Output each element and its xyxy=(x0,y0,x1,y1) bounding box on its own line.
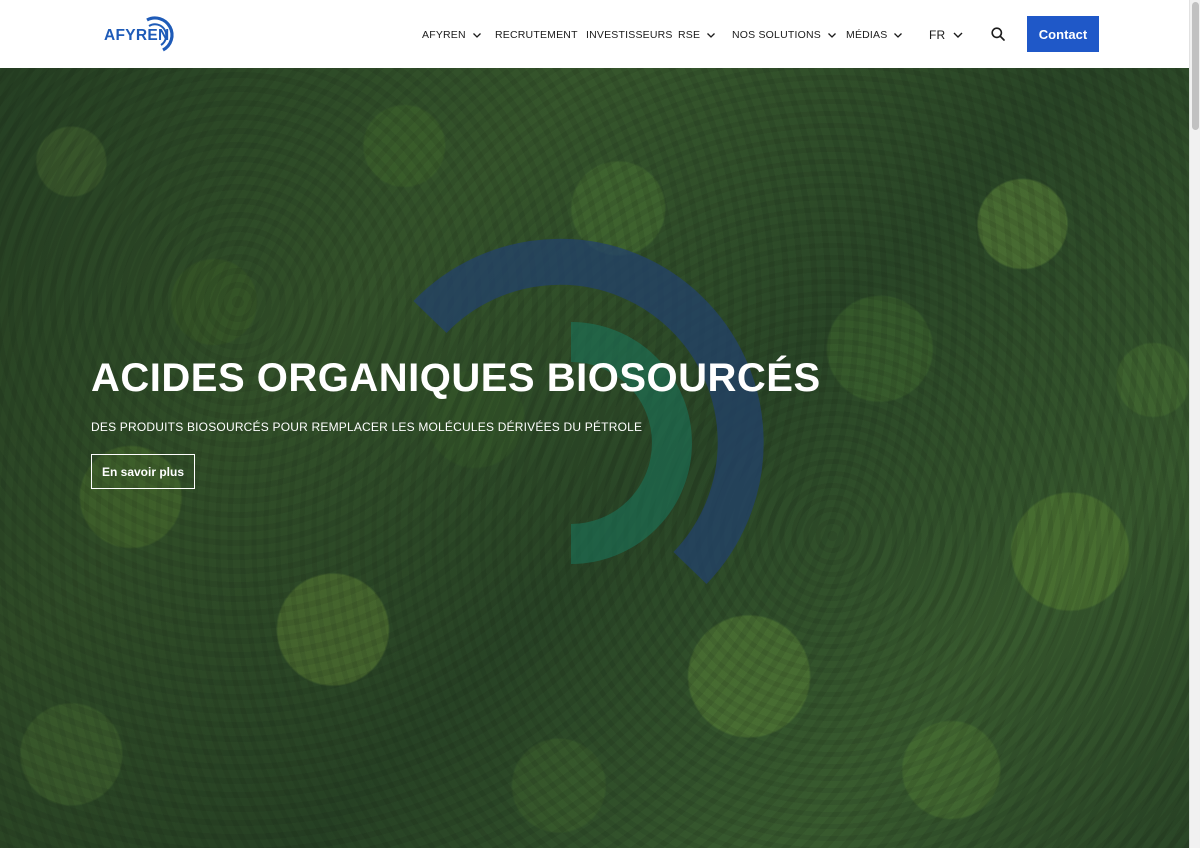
logo-wordmark: AFYREN xyxy=(104,27,170,44)
search-icon xyxy=(991,27,1005,41)
hero-subtitle: DES PRODUITS BIOSOURCÉS POUR REMPLACER L… xyxy=(91,420,643,434)
learn-more-button[interactable]: En savoir plus xyxy=(91,454,195,489)
search-button[interactable] xyxy=(990,26,1006,42)
page-scrollbar[interactable] xyxy=(1189,0,1200,848)
nav-item-label: MÉDIAS xyxy=(846,29,888,41)
hero-title: ACIDES ORGANIQUES BIOSOURCÉS xyxy=(91,356,821,400)
nav-item-label: AFYREN xyxy=(422,29,466,41)
nav-item-medias[interactable]: MÉDIAS xyxy=(846,27,903,43)
scrollbar-thumb[interactable] xyxy=(1192,2,1199,130)
chevron-down-icon xyxy=(472,30,482,40)
chevron-down-icon xyxy=(893,30,903,40)
afyren-logo[interactable]: AFYREN xyxy=(103,14,181,54)
hero-banner: ACIDES ORGANIQUES BIOSOURCÉS DES PRODUIT… xyxy=(0,68,1189,848)
nav-item-rse[interactable]: RSE xyxy=(678,27,716,43)
chevron-down-icon xyxy=(827,30,837,40)
nav-item-label: NOS SOLUTIONS xyxy=(732,29,821,41)
nav-item-recrutement[interactable]: RECRUTEMENT xyxy=(495,27,578,43)
nav-item-investisseurs[interactable]: INVESTISSEURS xyxy=(586,27,673,43)
chevron-down-icon xyxy=(953,30,963,40)
site-header: AFYREN AFYREN RECRUTEMENT INVESTISSEURS … xyxy=(0,0,1189,68)
chevron-down-icon xyxy=(706,30,716,40)
nav-item-afyren[interactable]: AFYREN xyxy=(422,27,482,43)
contact-button[interactable]: Contact xyxy=(1027,16,1099,52)
language-selector[interactable]: FR xyxy=(929,27,963,43)
nav-item-label: RSE xyxy=(678,29,701,41)
language-label: FR xyxy=(929,28,946,42)
nav-item-nos-solutions[interactable]: NOS SOLUTIONS xyxy=(732,27,837,43)
nav-item-label: INVESTISSEURS xyxy=(586,29,673,41)
nav-item-label: RECRUTEMENT xyxy=(495,29,578,41)
